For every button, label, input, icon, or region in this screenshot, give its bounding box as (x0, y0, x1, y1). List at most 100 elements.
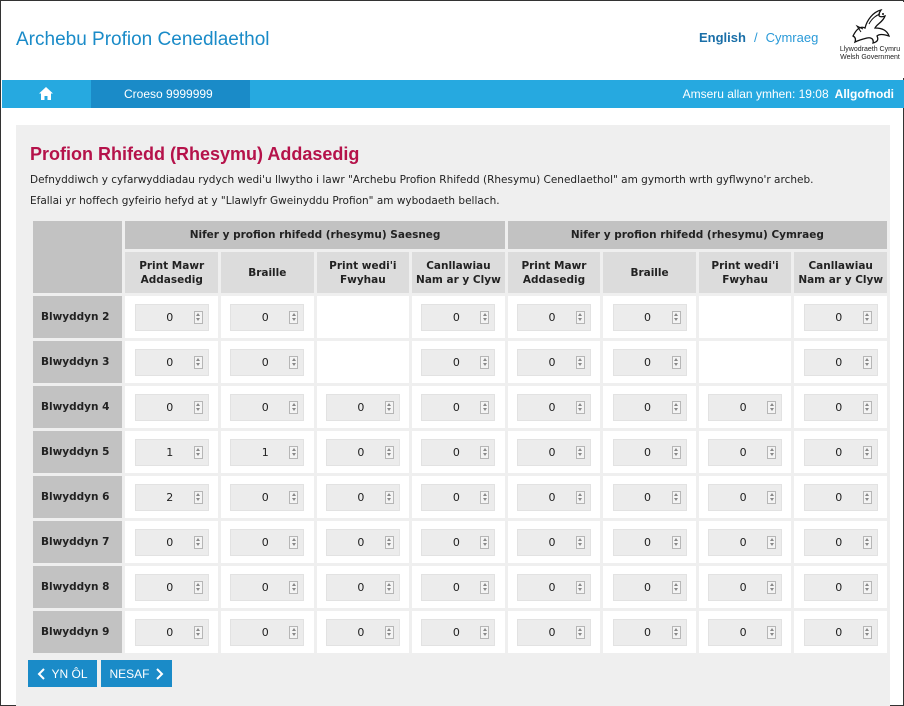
quantity-stepper[interactable]: 0 (612, 573, 687, 601)
arrow-up-icon[interactable] (196, 627, 201, 631)
arrow-down-icon[interactable] (769, 543, 774, 547)
arrow-up-icon[interactable] (578, 312, 583, 316)
arrow-up-icon[interactable] (865, 537, 870, 541)
quantity-stepper[interactable]: 0 (516, 483, 591, 511)
quantity-value[interactable]: 0 (528, 401, 576, 414)
arrow-up-icon[interactable] (578, 627, 583, 631)
spinner-arrows-icon[interactable] (767, 580, 777, 594)
arrow-up-icon[interactable] (578, 537, 583, 541)
quantity-stepper[interactable]: 0 (708, 483, 783, 511)
arrow-up-icon[interactable] (196, 582, 201, 586)
arrow-up-icon[interactable] (674, 312, 679, 316)
quantity-value[interactable]: 0 (719, 491, 767, 504)
arrow-up-icon[interactable] (578, 582, 583, 586)
quantity-stepper[interactable]: 0 (325, 618, 400, 646)
spinner-arrows-icon[interactable] (289, 490, 299, 504)
arrow-down-icon[interactable] (196, 588, 201, 592)
arrow-down-icon[interactable] (865, 363, 870, 367)
quantity-value[interactable]: 0 (146, 311, 194, 324)
arrow-up-icon[interactable] (291, 357, 296, 361)
arrow-down-icon[interactable] (196, 318, 201, 322)
spinner-arrows-icon[interactable] (575, 535, 585, 549)
home-button[interactable] (2, 80, 91, 108)
arrow-down-icon[interactable] (674, 498, 679, 502)
spinner-arrows-icon[interactable] (289, 535, 299, 549)
quantity-value[interactable]: 0 (719, 626, 767, 639)
spinner-arrows-icon[interactable] (384, 400, 394, 414)
arrow-up-icon[interactable] (578, 447, 583, 451)
arrow-down-icon[interactable] (578, 453, 583, 457)
quantity-value[interactable]: 0 (815, 446, 863, 459)
spinner-arrows-icon[interactable] (862, 535, 872, 549)
spinner-arrows-icon[interactable] (862, 580, 872, 594)
arrow-up-icon[interactable] (674, 402, 679, 406)
spinner-arrows-icon[interactable] (575, 580, 585, 594)
quantity-stepper[interactable]: 0 (421, 303, 496, 331)
arrow-up-icon[interactable] (291, 627, 296, 631)
arrow-down-icon[interactable] (865, 543, 870, 547)
arrow-down-icon[interactable] (865, 453, 870, 457)
quantity-stepper[interactable]: 0 (516, 303, 591, 331)
arrow-up-icon[interactable] (482, 627, 487, 631)
quantity-stepper[interactable]: 0 (803, 618, 878, 646)
spinner-arrows-icon[interactable] (575, 445, 585, 459)
quantity-stepper[interactable]: 0 (612, 528, 687, 556)
arrow-down-icon[interactable] (578, 588, 583, 592)
quantity-stepper[interactable]: 0 (421, 618, 496, 646)
quantity-stepper[interactable]: 0 (516, 393, 591, 421)
arrow-up-icon[interactable] (674, 447, 679, 451)
arrow-down-icon[interactable] (578, 408, 583, 412)
spinner-arrows-icon[interactable] (671, 490, 681, 504)
arrow-down-icon[interactable] (674, 408, 679, 412)
quantity-value[interactable]: 0 (624, 311, 672, 324)
quantity-value[interactable]: 0 (337, 491, 385, 504)
spinner-arrows-icon[interactable] (575, 625, 585, 639)
arrow-down-icon[interactable] (578, 633, 583, 637)
quantity-stepper[interactable]: 0 (421, 483, 496, 511)
quantity-stepper[interactable]: 0 (421, 393, 496, 421)
arrow-down-icon[interactable] (291, 453, 296, 457)
arrow-down-icon[interactable] (865, 498, 870, 502)
quantity-value[interactable]: 0 (432, 446, 480, 459)
quantity-stepper[interactable]: 0 (708, 528, 783, 556)
arrow-up-icon[interactable] (291, 492, 296, 496)
arrow-up-icon[interactable] (196, 402, 201, 406)
quantity-value[interactable]: 0 (432, 581, 480, 594)
spinner-arrows-icon[interactable] (384, 490, 394, 504)
arrow-up-icon[interactable] (482, 582, 487, 586)
quantity-value[interactable]: 0 (815, 536, 863, 549)
lang-welsh-link[interactable]: Cymraeg (766, 30, 819, 45)
arrow-up-icon[interactable] (387, 402, 392, 406)
quantity-value[interactable]: 0 (815, 356, 863, 369)
spinner-arrows-icon[interactable] (575, 400, 585, 414)
arrow-up-icon[interactable] (769, 537, 774, 541)
spinner-arrows-icon[interactable] (671, 535, 681, 549)
spinner-arrows-icon[interactable] (193, 310, 203, 324)
arrow-up-icon[interactable] (769, 582, 774, 586)
arrow-down-icon[interactable] (674, 543, 679, 547)
quantity-value[interactable]: 0 (815, 401, 863, 414)
arrow-up-icon[interactable] (291, 537, 296, 541)
arrow-up-icon[interactable] (865, 357, 870, 361)
quantity-stepper[interactable]: 0 (803, 573, 878, 601)
quantity-value[interactable]: 0 (719, 536, 767, 549)
arrow-down-icon[interactable] (196, 543, 201, 547)
quantity-stepper[interactable]: 0 (230, 303, 305, 331)
arrow-up-icon[interactable] (196, 447, 201, 451)
spinner-arrows-icon[interactable] (289, 355, 299, 369)
arrow-down-icon[interactable] (387, 633, 392, 637)
quantity-stepper[interactable]: 0 (325, 573, 400, 601)
quantity-value[interactable]: 0 (432, 626, 480, 639)
quantity-stepper[interactable]: 0 (612, 618, 687, 646)
arrow-down-icon[interactable] (482, 588, 487, 592)
spinner-arrows-icon[interactable] (575, 490, 585, 504)
arrow-up-icon[interactable] (482, 357, 487, 361)
quantity-stepper[interactable]: 0 (708, 393, 783, 421)
spinner-arrows-icon[interactable] (767, 625, 777, 639)
quantity-stepper[interactable]: 0 (803, 348, 878, 376)
arrow-up-icon[interactable] (578, 492, 583, 496)
arrow-down-icon[interactable] (482, 318, 487, 322)
arrow-down-icon[interactable] (387, 543, 392, 547)
arrow-up-icon[interactable] (482, 492, 487, 496)
arrow-up-icon[interactable] (291, 447, 296, 451)
